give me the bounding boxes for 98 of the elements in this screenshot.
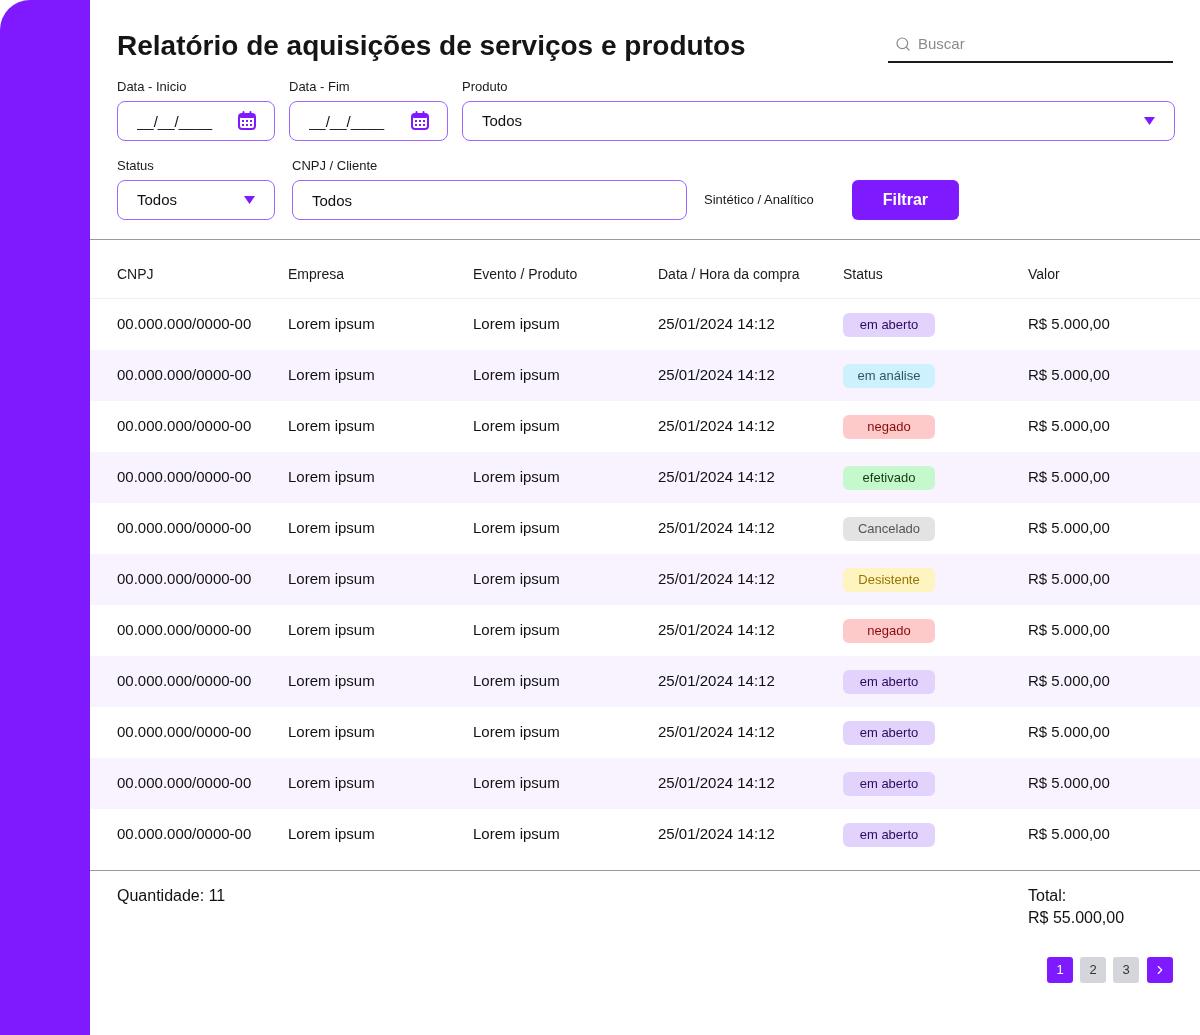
product-cell-text: Lorem ipsum (473, 467, 561, 488)
value-cell-text: R$ 5.000,00 (1028, 416, 1111, 437)
status-badge: negado (843, 618, 935, 643)
value-cell-text: R$ 5.000,00 (1028, 314, 1111, 335)
page-button[interactable]: 2 (1080, 957, 1106, 983)
cnpj-cell-text: 00.000.000/0000-00 (117, 569, 253, 590)
cnpj-cell-text: 00.000.000/0000-00 (117, 365, 253, 386)
company-cell-text: Lorem ipsum (288, 314, 376, 335)
company-cell-text: Lorem ipsum (288, 569, 376, 590)
caret-icon (244, 196, 255, 204)
search-field[interactable]: Buscar (888, 26, 1173, 63)
date-cell-text: 25/01/2024 14:12 (658, 416, 776, 437)
company-cell-text: Lorem ipsum (288, 365, 376, 386)
product-cell-text: Lorem ipsum (473, 773, 561, 794)
column-header: Status (843, 264, 884, 284)
next-page-button[interactable] (1147, 957, 1173, 983)
page-title: Relatório de aquisições de serviços e produtos (117, 29, 746, 63)
column-header: Empresa (288, 264, 346, 284)
value-cell-text: R$ 5.000,00 (1028, 620, 1111, 641)
date-cell-text: 25/01/2024 14:12 (658, 620, 776, 641)
cnpj-cell-text: 00.000.000/0000-00 (117, 722, 253, 743)
status-badge: Cancelado (843, 516, 935, 541)
select-field[interactable]: Todos (117, 180, 275, 220)
column-header: Valor (1028, 264, 1061, 284)
field-label: Status (117, 158, 155, 174)
cnpj-cell-text: 00.000.000/0000-00 (117, 314, 253, 335)
column-header: Data / Hora da compra (658, 264, 801, 284)
date-field[interactable]: __/__/____ (289, 101, 448, 141)
cnpj-cell-text: 00.000.000/0000-00 (117, 620, 253, 641)
date-cell-text: 25/01/2024 14:12 (658, 365, 776, 386)
total-value: R$ 55.000,00 (1028, 908, 1125, 928)
date-field[interactable]: __/__/____ (117, 101, 275, 141)
date-cell-text: 25/01/2024 14:12 (658, 773, 776, 794)
status-badge: em aberto (843, 312, 935, 337)
page-button[interactable]: 1 (1047, 957, 1073, 983)
company-cell-text: Lorem ipsum (288, 620, 376, 641)
company-cell-text: Lorem ipsum (288, 467, 376, 488)
column-header: Evento / Produto (473, 264, 579, 284)
date-cell-text: 25/01/2024 14:12 (658, 824, 776, 845)
select-field[interactable]: Todos (462, 101, 1175, 141)
value-cell-text: R$ 5.000,00 (1028, 467, 1111, 488)
product-cell-text: Lorem ipsum (473, 671, 561, 692)
column-header: CNPJ (117, 264, 155, 284)
status-badge: em aberto (843, 669, 935, 694)
product-cell-text: Lorem ipsum (473, 416, 561, 437)
product-cell-text: Lorem ipsum (473, 722, 561, 743)
calendar-icon[interactable] (238, 111, 256, 130)
product-cell-text: Lorem ipsum (473, 569, 561, 590)
page-button[interactable]: 3 (1113, 957, 1139, 983)
product-cell-text: Lorem ipsum (473, 518, 561, 539)
status-badge: em análise (843, 363, 935, 388)
cnpj-cell-text: 00.000.000/0000-00 (117, 824, 253, 845)
cnpj-cell-text: 00.000.000/0000-00 (117, 518, 253, 539)
cnpj-cell-text: 00.000.000/0000-00 (117, 773, 253, 794)
field-label: Data - Inicio (117, 79, 188, 95)
company-cell-text: Lorem ipsum (288, 773, 376, 794)
product-cell-text: Lorem ipsum (473, 314, 561, 335)
value-cell-text: R$ 5.000,00 (1028, 824, 1111, 845)
value-cell-text: R$ 5.000,00 (1028, 518, 1111, 539)
date-cell-text: 25/01/2024 14:12 (658, 671, 776, 692)
filter-button[interactable]: Filtrar (851, 180, 959, 220)
status-badge: em aberto (843, 771, 935, 796)
date-cell-text: 25/01/2024 14:12 (658, 467, 776, 488)
company-cell-text: Lorem ipsum (288, 518, 376, 539)
company-cell-text: Lorem ipsum (288, 416, 376, 437)
field-label: Data - Fim (289, 79, 351, 95)
calendar-icon[interactable] (411, 111, 429, 130)
cnpj-cell-text: 00.000.000/0000-00 (117, 671, 253, 692)
company-cell-text: Lorem ipsum (288, 824, 376, 845)
value-cell-text: R$ 5.000,00 (1028, 671, 1111, 692)
quantity-text: Quantidade: 11 (117, 886, 226, 906)
status-badge: em aberto (843, 822, 935, 847)
value-cell-text: R$ 5.000,00 (1028, 773, 1111, 794)
field-label: Produto (462, 79, 509, 95)
date-cell-text: 25/01/2024 14:12 (658, 518, 776, 539)
date-cell-text: 25/01/2024 14:12 (658, 569, 776, 590)
product-cell-text: Lorem ipsum (473, 365, 561, 386)
product-cell-text: Lorem ipsum (473, 620, 561, 641)
text-field[interactable]: Todos (292, 180, 687, 220)
product-cell-text: Lorem ipsum (473, 824, 561, 845)
status-badge: em aberto (843, 720, 935, 745)
field-label: CNPJ / Cliente (292, 158, 379, 174)
caret-icon (1144, 117, 1155, 125)
value-cell-text: R$ 5.000,00 (1028, 365, 1111, 386)
company-cell-text: Lorem ipsum (288, 671, 376, 692)
cnpj-cell-text: 00.000.000/0000-00 (117, 416, 253, 437)
search-icon (895, 36, 911, 52)
value-cell-text: R$ 5.000,00 (1028, 722, 1111, 743)
value-cell-text: R$ 5.000,00 (1028, 569, 1111, 590)
total-label: Total: (1028, 886, 1067, 906)
status-badge: negado (843, 414, 935, 439)
mode-label: Sintético / Analítico (704, 191, 814, 210)
cnpj-cell-text: 00.000.000/0000-00 (117, 467, 253, 488)
date-cell-text: 25/01/2024 14:12 (658, 314, 776, 335)
date-cell-text: 25/01/2024 14:12 (658, 722, 776, 743)
company-cell-text: Lorem ipsum (288, 722, 376, 743)
status-badge: Desistente (843, 567, 935, 592)
status-badge: efetivado (843, 465, 935, 490)
